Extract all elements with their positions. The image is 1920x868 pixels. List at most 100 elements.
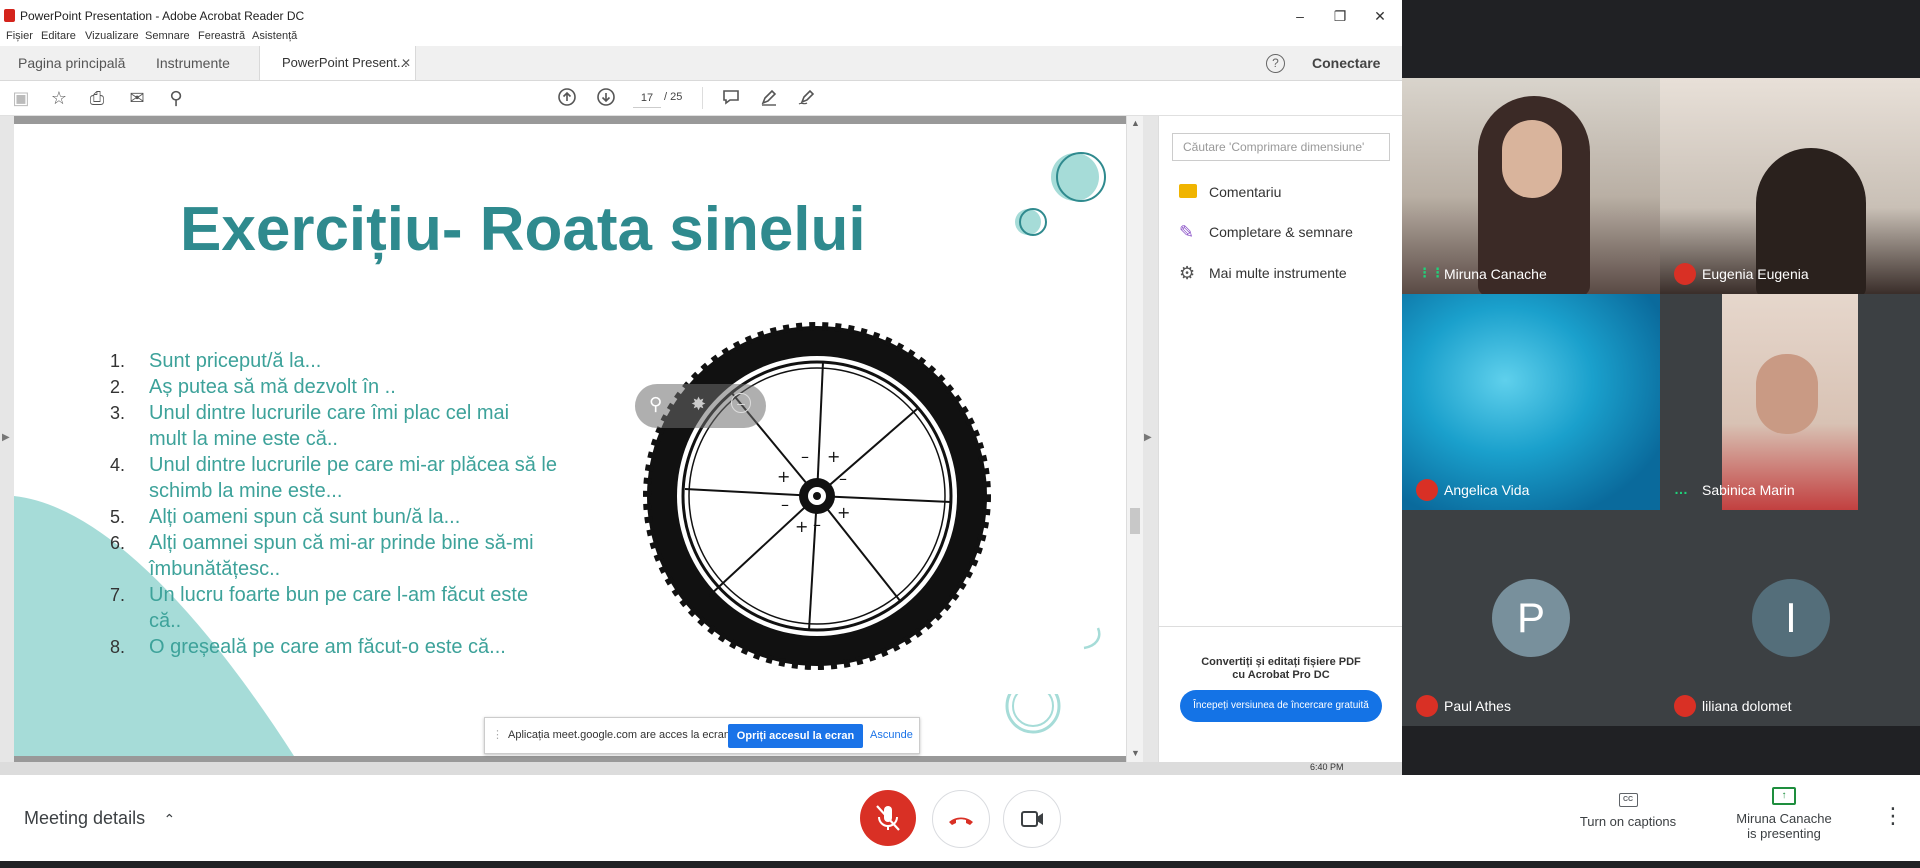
participant-name: Paul Athes: [1444, 698, 1511, 714]
participant-tile[interactable]: Eugenia Eugenia: [1660, 78, 1920, 294]
list-number: 8.: [110, 637, 126, 657]
list-number: 5.: [110, 507, 126, 527]
more-tools-icon: ⚙: [1179, 263, 1196, 283]
bottom-strip: [0, 861, 1920, 868]
svg-text:–: –: [801, 447, 809, 466]
mic-off-icon: [1674, 695, 1696, 717]
tab-bar: Pagina principală Instrumente PowerPoint…: [0, 46, 1402, 81]
menu-file[interactable]: Fișier: [6, 30, 33, 42]
document-area: ▶ Exercițiu- Roata sinelui 1. Sunt price…: [0, 116, 1158, 775]
stop-sharing-button[interactable]: Opriți accesul la ecran: [728, 724, 863, 748]
menu-sign[interactable]: Semnare: [145, 30, 190, 42]
page-total: / 25: [664, 91, 683, 103]
tab-home[interactable]: Pagina principală: [18, 46, 125, 80]
save-icon[interactable]: ▣: [10, 87, 32, 109]
scroll-down-arrow-icon[interactable]: ▼: [1131, 748, 1140, 758]
meet-bottom-bar: Meeting details ⌃ CC Turn on captions ↑ …: [0, 775, 1920, 861]
presenting-label-line1: Miruna Canache: [1736, 811, 1832, 826]
sign-pen-icon[interactable]: [796, 87, 818, 109]
comment-icon[interactable]: [720, 87, 742, 109]
drag-handle-icon[interactable]: ⋮: [492, 728, 503, 741]
participant-name: Sabinica Marin: [1702, 482, 1795, 498]
more-options-icon[interactable]: ⋮: [1882, 803, 1904, 829]
participant-video: [1722, 294, 1858, 510]
tab-document-label: PowerPoint Present...: [282, 55, 408, 70]
participant-tile[interactable]: ⋮⋮ Miruna Canache: [1402, 78, 1660, 294]
participant-tile[interactable]: … Sabinica Marin: [1660, 294, 1920, 510]
scroll-thumb[interactable]: [1130, 508, 1140, 534]
bookmark-star-icon[interactable]: ☆: [48, 87, 70, 109]
scroll-up-arrow-icon[interactable]: ▲: [1131, 118, 1140, 128]
menu-help[interactable]: Asistență: [252, 30, 297, 42]
minus-circle-icon[interactable]: –: [731, 393, 751, 413]
help-icon[interactable]: ?: [1266, 54, 1285, 73]
tab-document[interactable]: PowerPoint Present... ✕: [259, 46, 416, 80]
tools-pane: Căutare 'Comprimare dimensiune' Comentar…: [1158, 116, 1402, 775]
vertical-scrollbar[interactable]: ▲ ▼: [1126, 116, 1143, 775]
fill-sign-icon: ✎: [1179, 222, 1195, 242]
list-number: 4.: [110, 455, 126, 475]
tool-more-tools-label: Mai multe instrumente: [1209, 265, 1347, 281]
zoom-out-icon[interactable]: ⚲: [165, 87, 187, 109]
highlight-pen-icon[interactable]: [758, 87, 780, 109]
list-item: Unul dintre lucrurile pe care mi-ar plăc…: [149, 454, 557, 502]
tool-fill-sign-label: Completare & semnare: [1209, 224, 1353, 240]
participant-face: [1756, 354, 1818, 434]
list-number: 2.: [110, 377, 126, 397]
list-item: Alți oameni spun că sunt bun/ă la...: [149, 506, 461, 528]
pin-icon[interactable]: ⚲: [649, 394, 662, 415]
svg-text:–: –: [813, 515, 821, 534]
menu-window[interactable]: Fereastră: [198, 30, 245, 42]
tools-search-input[interactable]: Căutare 'Comprimare dimensiune': [1172, 133, 1390, 161]
participant-tile[interactable]: Angelica Vida: [1402, 294, 1660, 510]
tab-close-icon[interactable]: ✕: [401, 46, 411, 80]
sign-in-link[interactable]: Conectare: [1312, 55, 1380, 71]
acrobat-logo-icon: [4, 9, 15, 22]
captions-button[interactable]: CC Turn on captions: [1568, 785, 1688, 829]
list-number: 1.: [110, 351, 126, 371]
participant-tile[interactable]: P Paul Athes: [1402, 510, 1660, 726]
leave-call-button[interactable]: [932, 790, 990, 848]
share-banner-text: Aplicația meet.google.com are acces la e…: [508, 729, 734, 741]
right-panel-toggle-icon[interactable]: ▶: [1144, 432, 1152, 443]
tab-tools[interactable]: Instrumente: [156, 46, 230, 80]
taskbar-strip: 6:40 PM: [0, 762, 1402, 775]
promo-text-line1: Convertiți și editați fișiere PDF: [1201, 656, 1361, 668]
close-window-button[interactable]: ✕: [1357, 4, 1402, 28]
slide-top-border: [14, 116, 1126, 124]
previous-page-icon[interactable]: [556, 87, 578, 109]
svg-text:+: +: [777, 467, 790, 486]
mic-off-icon: [1416, 479, 1438, 501]
acrobat-window: PowerPoint Presentation - Adobe Acrobat …: [0, 0, 1402, 775]
captions-label: Turn on captions: [1579, 814, 1677, 829]
free-trial-button[interactable]: Începeți versiunea de încercare gratuită: [1180, 690, 1382, 722]
svg-text:–: –: [839, 469, 847, 488]
page-number-input[interactable]: 17: [633, 89, 661, 108]
participant-name: Eugenia Eugenia: [1702, 266, 1809, 282]
svg-text:+: +: [837, 503, 850, 522]
unpin-icon[interactable]: ✸: [691, 394, 706, 415]
list-number: 6.: [110, 533, 126, 553]
left-panel-toggle-icon[interactable]: ▶: [2, 432, 10, 443]
microphone-off-button[interactable]: [860, 790, 916, 846]
meeting-details-button[interactable]: Meeting details ⌃: [24, 808, 175, 829]
next-page-icon[interactable]: [595, 87, 617, 109]
menu-edit[interactable]: Editare: [41, 30, 76, 42]
participant-face: [1502, 120, 1562, 198]
print-icon[interactable]: ⎙: [86, 87, 108, 109]
hide-link[interactable]: Ascunde: [870, 729, 913, 741]
present-screen-icon: ↑: [1772, 787, 1796, 805]
menu-bar: Fișier Editare Vizualizare Semnare Ferea…: [0, 28, 1402, 46]
camera-icon: [1021, 811, 1043, 827]
presenting-button[interactable]: ↑ Miruna Canache is presenting: [1722, 783, 1846, 841]
chevron-up-icon: ⌃: [163, 811, 176, 827]
decorative-circles: [1015, 152, 1106, 236]
camera-button[interactable]: [1003, 790, 1061, 848]
svg-text:–: –: [781, 495, 789, 514]
menu-view[interactable]: Vizualizare: [85, 30, 139, 42]
help-symbol: ?: [1272, 56, 1279, 70]
svg-text:+: +: [827, 447, 840, 466]
participant-tile[interactable]: I liliana dolomet: [1660, 510, 1920, 726]
speaking-icon: ⋮⋮: [1418, 265, 1444, 280]
email-icon[interactable]: ✉: [126, 87, 148, 109]
